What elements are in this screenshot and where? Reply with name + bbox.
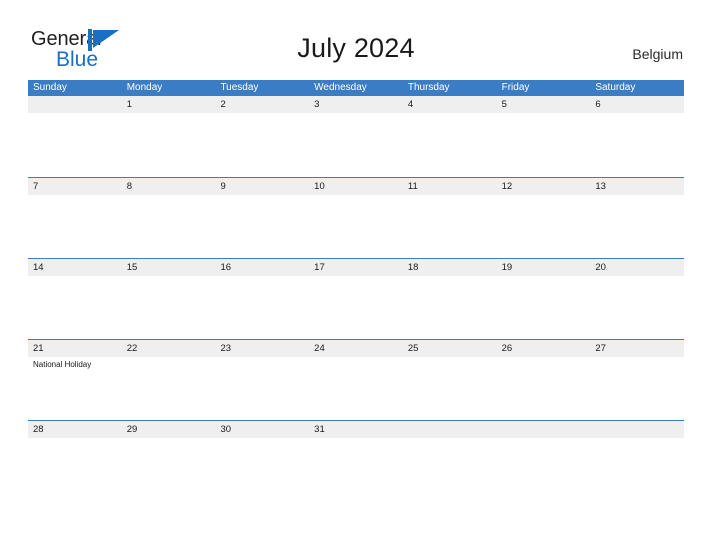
- calendar-page: General Blue July 2024 Belgium Sunday Mo…: [0, 0, 712, 550]
- dow-saturday: Saturday: [595, 82, 636, 93]
- day-cell[interactable]: 29: [122, 421, 216, 502]
- day-number: 12: [501, 181, 513, 192]
- day-cell[interactable]: 23: [215, 340, 309, 421]
- day-cell[interactable]: 5: [497, 96, 591, 177]
- day-number: 8: [126, 181, 133, 192]
- day-cell[interactable]: 30: [215, 421, 309, 502]
- day-number: 18: [407, 262, 419, 273]
- day-number: 2: [220, 99, 226, 110]
- week-cells: 21 National Holiday 22 23 24 25 26 27: [28, 340, 684, 421]
- day-cell[interactable]: 4: [403, 96, 497, 177]
- day-number: 16: [220, 262, 232, 273]
- day-cell[interactable]: 3: [309, 96, 403, 177]
- day-number: 24: [314, 343, 325, 354]
- day-cell[interactable]: 27: [590, 340, 684, 421]
- week-cells: 1 2 3 4 5 6: [28, 96, 684, 177]
- day-number: 29: [126, 424, 138, 435]
- day-cell[interactable]: 6: [590, 96, 684, 177]
- day-number: 6: [595, 99, 601, 110]
- day-number: 26: [501, 343, 513, 354]
- week-cells: 7 8 9 10 11 12 13: [28, 178, 684, 259]
- day-number: 22: [126, 343, 138, 354]
- day-cell[interactable]: 22: [122, 340, 216, 421]
- day-number: 23: [220, 343, 232, 354]
- day-cell[interactable]: 19: [497, 259, 591, 340]
- day-cell[interactable]: 8: [122, 178, 216, 259]
- dow-sunday: Sunday: [33, 82, 67, 93]
- day-number: 30: [220, 424, 232, 435]
- day-cell[interactable]: 24: [309, 340, 403, 421]
- day-cell[interactable]: 14: [28, 259, 122, 340]
- day-cell[interactable]: 16: [215, 259, 309, 340]
- day-number: 5: [501, 99, 507, 110]
- dow-tuesday: Tuesday: [220, 82, 259, 93]
- day-number: 31: [314, 424, 325, 435]
- day-cell[interactable]: 10: [309, 178, 403, 259]
- day-cell[interactable]: 31: [309, 421, 403, 502]
- day-number: 19: [501, 262, 513, 273]
- day-cell-empty: [497, 421, 591, 502]
- day-number: 10: [314, 181, 325, 192]
- day-cell[interactable]: 20: [590, 259, 684, 340]
- day-cell[interactable]: 13: [590, 178, 684, 259]
- calendar-week-row: 21 National Holiday 22 23 24 25 26 27: [28, 339, 684, 420]
- day-number: 27: [595, 343, 606, 354]
- day-cell[interactable]: 2: [215, 96, 309, 177]
- day-number: 25: [407, 343, 419, 354]
- day-number: 28: [33, 424, 44, 435]
- calendar-grid: Sunday Monday Tuesday Wednesday Thursday…: [28, 80, 684, 501]
- week-cells: 14 15 16 17 18 19 20: [28, 259, 684, 340]
- day-number: 7: [33, 181, 39, 192]
- page-title: July 2024: [297, 33, 415, 63]
- day-cell-empty: [403, 421, 497, 502]
- day-number: 4: [407, 99, 414, 110]
- calendar-week-row: 7 8 9 10 11 12 13: [28, 177, 684, 258]
- day-cell[interactable]: 1: [122, 96, 216, 177]
- day-number: 13: [595, 181, 606, 192]
- calendar-weeks: 1 2 3 4 5 6 7 8 9 10 11 12 13 14 15 16 17 18 19 20 21 Nationa…: [28, 96, 684, 501]
- day-cell-empty: [28, 96, 122, 177]
- calendar-week-row: 1 2 3 4 5 6: [28, 96, 684, 177]
- day-cell[interactable]: 15: [122, 259, 216, 340]
- day-cell[interactable]: 17: [309, 259, 403, 340]
- day-number: 3: [314, 99, 320, 110]
- day-cell[interactable]: 7: [28, 178, 122, 259]
- calendar-week-row: 14 15 16 17 18 19 20: [28, 258, 684, 339]
- day-cell[interactable]: 12: [497, 178, 591, 259]
- day-cell-empty: [590, 421, 684, 502]
- day-event-label: National Holiday: [33, 360, 92, 369]
- day-cell[interactable]: 18: [403, 259, 497, 340]
- day-cell[interactable]: 9: [215, 178, 309, 259]
- day-cell[interactable]: 26: [497, 340, 591, 421]
- dow-wednesday: Wednesday: [314, 82, 367, 93]
- dow-friday: Friday: [501, 82, 530, 93]
- calendar-week-row: 28 29 30 31: [28, 420, 684, 501]
- day-number: 1: [126, 99, 133, 110]
- country-label: Belgium: [632, 46, 683, 62]
- day-cell[interactable]: 28: [28, 421, 122, 502]
- day-cell[interactable]: 21 National Holiday: [28, 340, 122, 421]
- day-number: 21: [33, 343, 44, 354]
- day-number: 14: [33, 262, 44, 273]
- day-cell[interactable]: 25: [403, 340, 497, 421]
- page-header: General Blue July 2024 Belgium: [0, 0, 712, 80]
- dow-monday: Monday: [126, 82, 163, 93]
- day-number: 9: [220, 181, 226, 192]
- day-number: 20: [595, 262, 606, 273]
- day-number: 15: [126, 262, 138, 273]
- week-cells: 28 29 30 31: [28, 421, 684, 502]
- day-cell[interactable]: 11: [403, 178, 497, 259]
- day-number: 17: [314, 262, 325, 273]
- day-number: 11: [407, 181, 418, 192]
- day-of-week-header: Sunday Monday Tuesday Wednesday Thursday…: [28, 80, 684, 96]
- dow-thursday: Thursday: [407, 82, 450, 93]
